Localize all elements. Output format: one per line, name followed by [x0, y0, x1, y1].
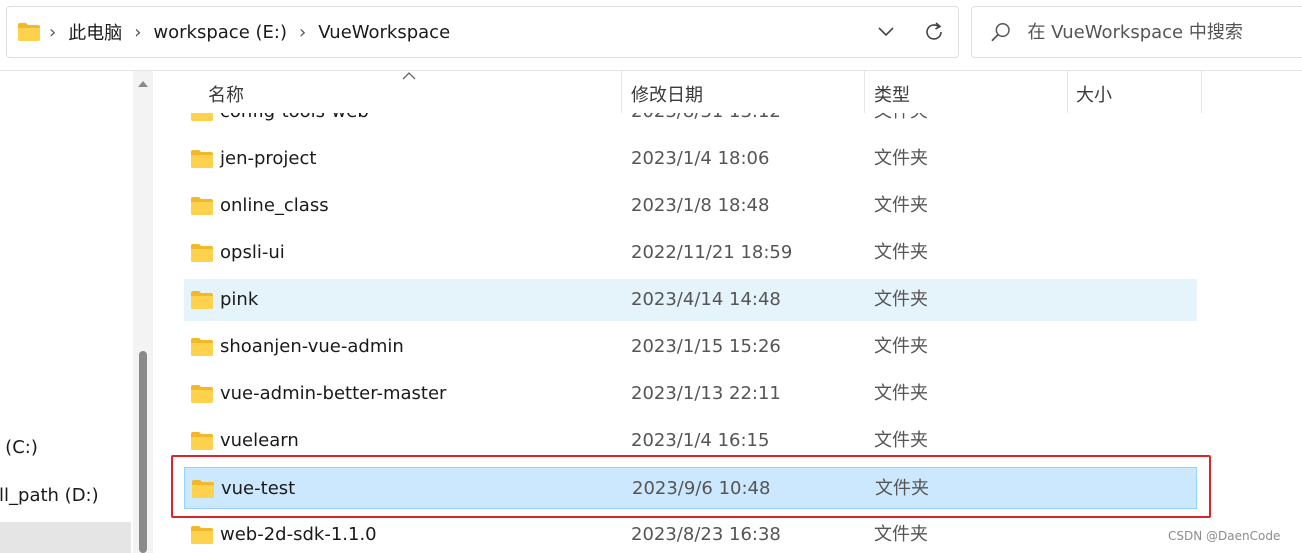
- file-type: 文件夹: [874, 242, 928, 263]
- nav-item-label: 0 (C:): [0, 436, 38, 458]
- column-resize-handle[interactable]: [1201, 71, 1202, 113]
- file-row[interactable]: jen-project 2023/1/4 18:06 文件夹: [184, 138, 1197, 180]
- chevron-right-icon[interactable]: ›: [126, 22, 149, 43]
- file-modified-date: 2023/1/15 15:26: [631, 336, 781, 357]
- file-name: pink: [220, 289, 259, 310]
- refresh-icon: [926, 22, 942, 40]
- nav-scrollbar[interactable]: [133, 71, 153, 553]
- column-header-size[interactable]: 大小: [1076, 71, 1112, 113]
- folder-icon: [191, 150, 213, 168]
- folder-icon: [191, 526, 213, 544]
- navigation-pane: 0 (C:) all_path (D:) ): [0, 71, 156, 553]
- breadcrumb-vueworkspace[interactable]: VueWorkspace: [314, 22, 454, 43]
- folder-icon: [18, 23, 40, 41]
- recent-locations-button[interactable]: [862, 7, 910, 57]
- file-name: vue-admin-better-master: [220, 383, 447, 404]
- nav-scrollbar-thumb[interactable]: [139, 351, 147, 553]
- file-modified-date: 2023/4/14 14:48: [631, 289, 781, 310]
- file-row[interactable]: opsli-ui 2022/11/21 18:59 文件夹: [184, 232, 1197, 274]
- search-input[interactable]: [1027, 21, 1302, 43]
- search-icon: [991, 22, 1010, 42]
- file-type: 文件夹: [874, 289, 928, 310]
- column-resize-handle[interactable]: [1067, 71, 1068, 113]
- file-row[interactable]: web-2d-sdk-1.1.0 2023/8/23 16:38 文件夹: [184, 514, 1197, 553]
- file-row[interactable]: shoanjen-vue-admin 2023/1/15 15:26 文件夹: [184, 326, 1197, 368]
- column-header-name[interactable]: 名称: [208, 71, 244, 113]
- file-row[interactable]: online_class 2023/1/8 18:48 文件夹: [184, 185, 1197, 227]
- folder-icon: [191, 291, 213, 309]
- nav-item-drive-c[interactable]: 0 (C:): [0, 427, 131, 467]
- file-modified-date: 2023/1/13 22:11: [631, 383, 781, 404]
- column-resize-handle[interactable]: [864, 71, 865, 113]
- file-explorer-window: › 此电脑 › workspace (E:) › VueWorkspace 在 …: [0, 0, 1302, 553]
- folder-icon: [191, 244, 213, 262]
- nav-item-label: all_path (D:): [0, 484, 99, 506]
- file-type: 文件夹: [874, 336, 928, 357]
- file-modified-date: 2022/11/21 18:59: [631, 242, 793, 263]
- file-name: opsli-ui: [220, 242, 285, 263]
- chevron-right-icon[interactable]: ›: [291, 22, 314, 43]
- column-header: 名称 修改日期 类型 大小: [156, 71, 1302, 113]
- file-type: 文件夹: [874, 195, 928, 216]
- breadcrumb-workspace-drive[interactable]: workspace (E:): [149, 22, 291, 43]
- chevron-right-icon[interactable]: ›: [41, 22, 64, 43]
- column-resize-handle[interactable]: [621, 71, 622, 113]
- file-name: online_class: [220, 195, 329, 216]
- nav-item-drive-d[interactable]: all_path (D:): [0, 475, 131, 515]
- sort-ascending-icon: [402, 72, 416, 80]
- file-row[interactable]: vue-admin-better-master 2023/1/13 22:11 文件…: [184, 373, 1197, 415]
- column-header-type[interactable]: 类型: [874, 71, 910, 113]
- folder-icon: [191, 197, 213, 215]
- refresh-button[interactable]: [910, 7, 958, 57]
- folder-icon: [191, 432, 213, 450]
- watermark: CSDN @DaenCode: [1168, 529, 1281, 543]
- chevron-down-icon: [878, 27, 894, 37]
- column-header-date[interactable]: 修改日期: [631, 71, 703, 113]
- file-type: 文件夹: [874, 148, 928, 169]
- annotation-highlight-box: [171, 455, 1211, 518]
- scroll-up-arrow-icon[interactable]: [136, 79, 150, 89]
- folder-icon: [191, 385, 213, 403]
- file-name: jen-project: [220, 148, 317, 169]
- breadcrumb-this-pc[interactable]: 此电脑: [64, 19, 126, 45]
- file-name: shoanjen-vue-admin: [220, 336, 404, 357]
- folder-icon: [191, 338, 213, 356]
- file-type: 文件夹: [874, 524, 928, 545]
- address-bar[interactable]: › 此电脑 › workspace (E:) › VueWorkspace: [6, 6, 959, 58]
- file-modified-date: 2023/1/4 18:06: [631, 148, 770, 169]
- file-row[interactable]: pink 2023/4/14 14:48 文件夹: [184, 279, 1197, 321]
- file-name: web-2d-sdk-1.1.0: [220, 524, 377, 545]
- file-modified-date: 2023/8/23 16:38: [631, 524, 781, 545]
- search-box[interactable]: [971, 6, 1302, 58]
- nav-item-drive-e[interactable]: ): [0, 522, 131, 553]
- file-modified-date: 2023/1/8 18:48: [631, 195, 770, 216]
- file-type: 文件夹: [874, 383, 928, 404]
